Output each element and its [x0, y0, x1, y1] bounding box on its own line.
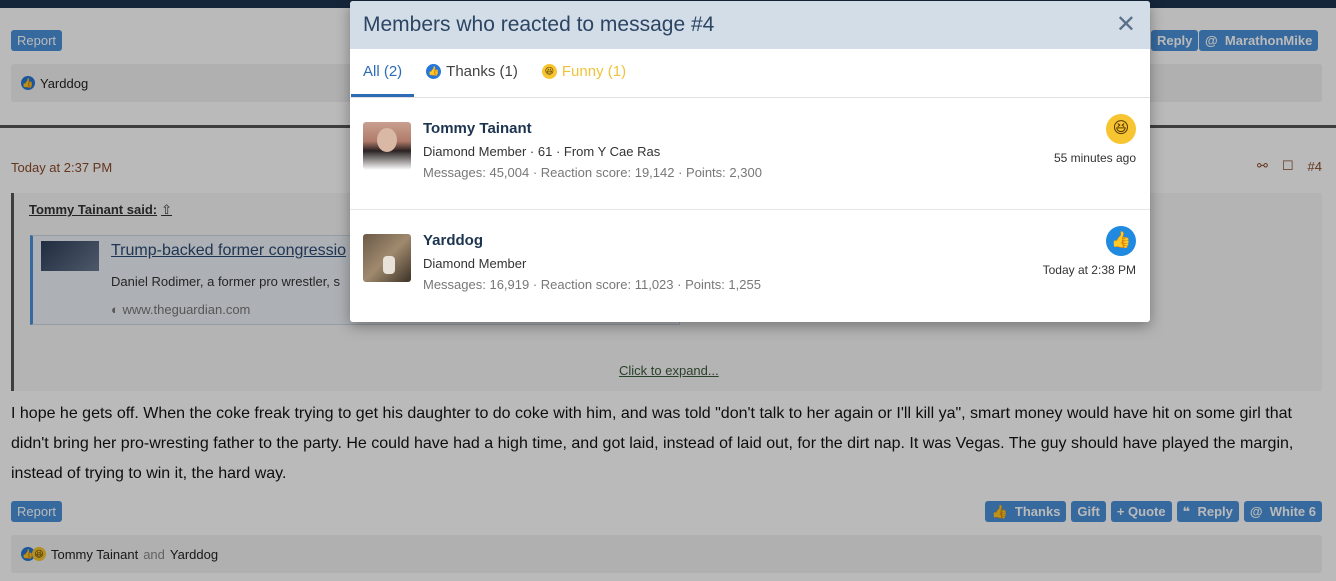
laugh-icon: 😆 [541, 63, 557, 79]
member-name[interactable]: Tommy Tainant [423, 120, 532, 137]
close-icon[interactable]: ✕ [1116, 13, 1136, 37]
member-stats: Messages: 45,004 · Reaction score: 19,14… [423, 165, 762, 180]
member-row: Tommy Tainant Diamond Member · 61 · From… [350, 98, 1150, 210]
laugh-icon: 😆 [1106, 114, 1136, 144]
reaction-time: Today at 2:38 PM [1042, 263, 1136, 277]
member-row: Yarddog Diamond Member Messages: 16,919 … [350, 210, 1150, 322]
modal-title: Members who reacted to message #4 [363, 13, 715, 36]
avatar[interactable] [363, 122, 411, 170]
tab-all-label: All (2) [363, 62, 403, 80]
member-title: Diamond Member [423, 256, 527, 271]
tab-thanks-label: Thanks (1) [446, 62, 518, 80]
reaction-time: 55 minutes ago [1053, 151, 1136, 165]
modal-header: Members who reacted to message #4 ✕ [350, 1, 1150, 49]
member-stats: Messages: 16,919 · Reaction score: 11,02… [423, 277, 761, 292]
tab-thanks[interactable]: 👍 Thanks (1) [414, 48, 530, 97]
reactions-modal: Members who reacted to message #4 ✕ All … [350, 1, 1150, 322]
member-name[interactable]: Yarddog [423, 232, 483, 249]
tab-funny-label: Funny (1) [561, 62, 627, 80]
tab-all[interactable]: All (2) [351, 48, 415, 97]
tab-funny[interactable]: 😆 Funny (1) [530, 48, 638, 97]
avatar[interactable] [363, 234, 411, 282]
reaction-tabs: All (2) 👍 Thanks (1) 😆 Funny (1) [350, 49, 1150, 98]
member-title: Diamond Member · 61 · From Y Cae Ras [423, 144, 661, 159]
like-icon: 👍 [426, 63, 442, 79]
like-icon: 👍 [1106, 226, 1136, 256]
